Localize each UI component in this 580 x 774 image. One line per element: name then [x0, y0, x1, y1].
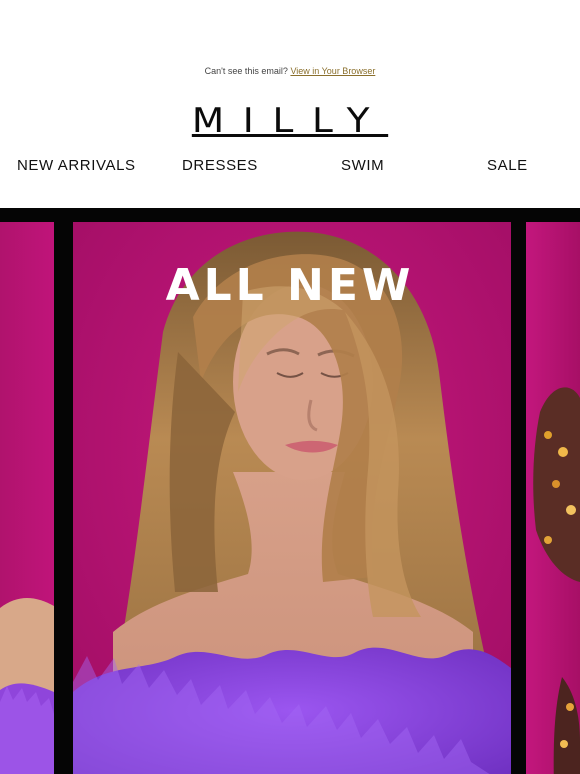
view-in-browser-link[interactable]: View in Your Browser: [290, 66, 375, 76]
preheader: Can't see this email? View in Your Brows…: [0, 65, 580, 77]
nav-item-sale[interactable]: SALE: [487, 156, 528, 176]
hero-banner[interactable]: ALL NEW: [0, 208, 580, 774]
nav-item-swim[interactable]: SWIM: [341, 156, 384, 176]
nav-item-new-arrivals[interactable]: NEW ARRIVALS: [17, 156, 136, 176]
brand-logo[interactable]: MILLY: [0, 101, 580, 141]
main-nav: NEW ARRIVALS DRESSES SWIM SALE: [0, 156, 580, 178]
preheader-text: Can't see this email?: [204, 66, 288, 76]
hero-heading: ALL NEW: [165, 260, 415, 311]
nav-item-dresses[interactable]: DRESSES: [182, 156, 258, 176]
email-header: Can't see this email? View in Your Brows…: [0, 0, 580, 208]
